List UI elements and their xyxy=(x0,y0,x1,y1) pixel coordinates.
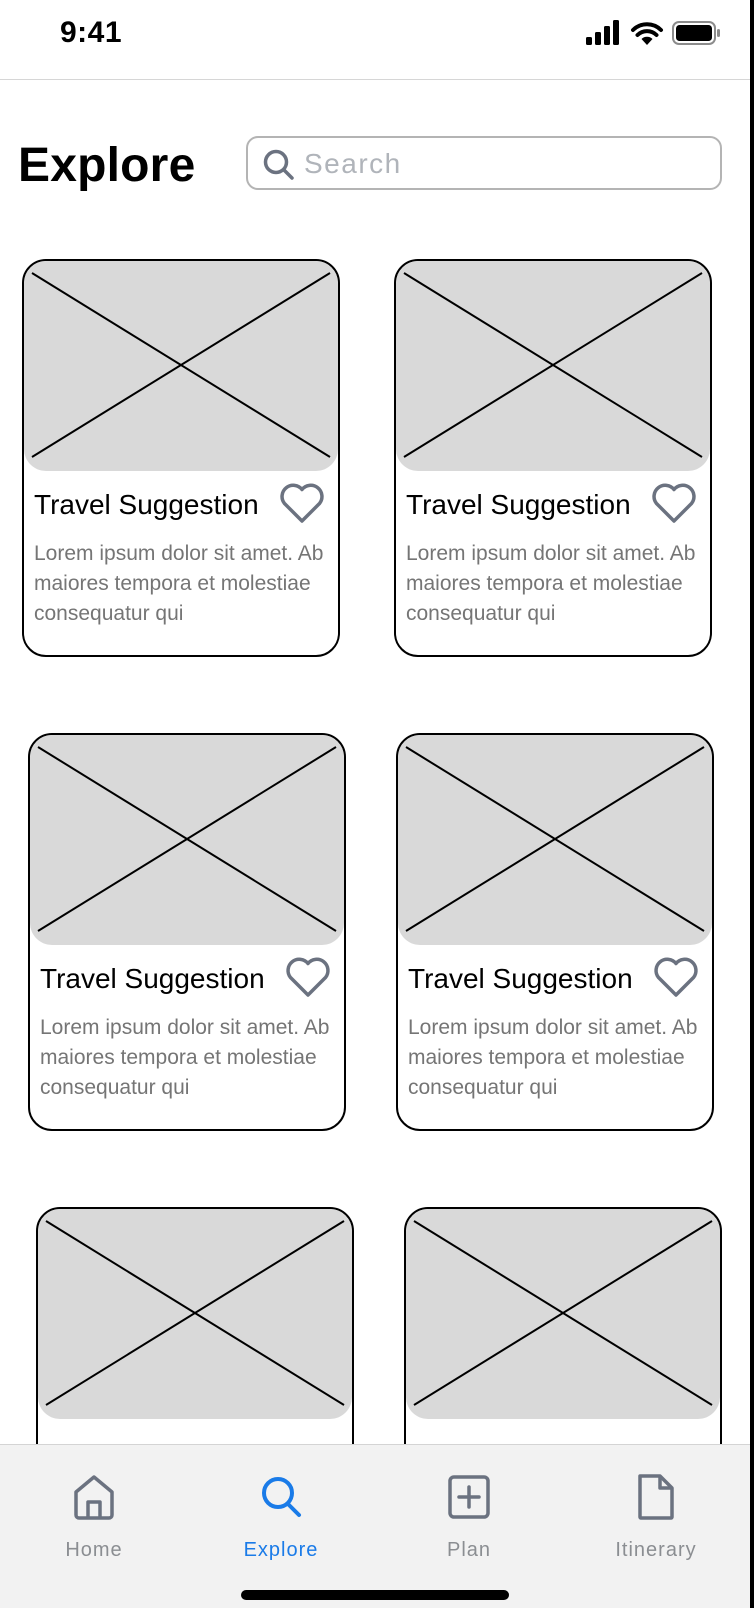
add-square-icon xyxy=(448,1475,490,1519)
card-description: Lorem ipsum dolor sit amet. Ab maiores t… xyxy=(408,1016,698,1099)
page-title: Explore xyxy=(18,139,196,192)
travel-suggestion-card[interactable]: Travel Suggestion Lorem ipsum dolor sit … xyxy=(28,733,346,1131)
tab-label: Explore xyxy=(243,1539,319,1561)
card-title: Travel Suggestion xyxy=(408,963,633,994)
tab-label: Itinerary xyxy=(615,1539,697,1561)
search-icon xyxy=(262,1477,301,1517)
image-placeholder xyxy=(398,735,712,945)
tab-bar: Home Explore Plan Itinerary xyxy=(0,1444,750,1608)
wifi-icon xyxy=(631,22,663,45)
image-placeholder xyxy=(396,261,710,471)
search-bar[interactable] xyxy=(246,136,722,190)
home-icon xyxy=(74,1475,114,1520)
card-description: Lorem ipsum dolor sit amet. Ab maiores t… xyxy=(406,542,696,625)
battery-icon xyxy=(672,21,720,45)
heart-icon[interactable] xyxy=(650,481,698,525)
image-placeholder xyxy=(406,1209,720,1419)
screen-edge xyxy=(750,0,754,1608)
card-description: Lorem ipsum dolor sit amet. Ab maiores t… xyxy=(34,542,324,625)
status-time: 9:41 xyxy=(60,16,123,49)
tab-itinerary[interactable]: Itinerary xyxy=(562,1445,750,1565)
tab-home[interactable]: Home xyxy=(0,1445,188,1565)
cellular-signal-icon xyxy=(586,20,619,45)
travel-suggestion-card[interactable]: Travel Suggestion Lorem ipsum dolor sit … xyxy=(22,259,340,657)
status-icons xyxy=(586,20,722,50)
home-indicator xyxy=(241,1590,509,1600)
tab-plan[interactable]: Plan xyxy=(375,1445,563,1565)
explore-screen: 9:41 Explore Search Travel Suggestion Lo… xyxy=(0,0,754,1608)
card-title: Travel Suggestion xyxy=(406,489,631,520)
travel-suggestion-card[interactable]: Travel Suggestion Lorem ipsum dolor sit … xyxy=(394,259,712,657)
tab-label: Plan xyxy=(446,1539,492,1561)
search-icon xyxy=(263,149,294,180)
heart-icon[interactable] xyxy=(284,955,332,999)
search-input[interactable] xyxy=(304,146,704,182)
image-placeholder xyxy=(24,261,338,471)
card-description: Lorem ipsum dolor sit amet. Ab maiores t… xyxy=(40,1016,330,1099)
card-title: Travel Suggestion xyxy=(34,489,259,520)
tab-explore[interactable]: Explore xyxy=(187,1445,375,1565)
tab-label: Home xyxy=(65,1539,123,1561)
image-placeholder xyxy=(38,1209,352,1419)
document-icon xyxy=(638,1474,674,1520)
card-title: Travel Suggestion xyxy=(40,963,265,994)
heart-icon[interactable] xyxy=(278,481,326,525)
heart-icon[interactable] xyxy=(652,955,700,999)
image-placeholder xyxy=(30,735,344,945)
status-bar: 9:41 xyxy=(0,0,750,80)
travel-suggestion-card[interactable]: Travel Suggestion Lorem ipsum dolor sit … xyxy=(396,733,714,1131)
